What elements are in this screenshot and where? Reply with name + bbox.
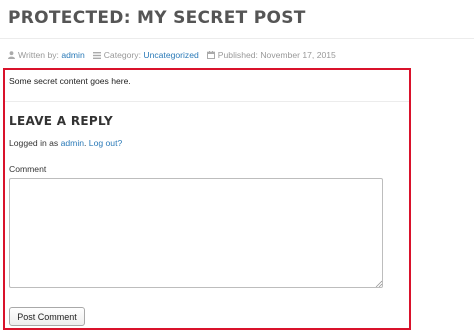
meta-author: Written by: admin: [8, 50, 85, 60]
category-link[interactable]: Uncategorized: [143, 50, 198, 60]
reply-title: LEAVE A REPLY: [9, 114, 114, 128]
published-label: Published:: [217, 50, 258, 60]
logged-in-notice: Logged in as admin. Log out?: [9, 138, 122, 148]
page: PROTECTED: MY SECRET POST Written by: ad…: [0, 0, 474, 336]
title-divider: [0, 38, 474, 39]
resize-grip-icon[interactable]: [375, 280, 382, 287]
meta-category: Category: Uncategorized: [92, 50, 199, 60]
category-label: Category:: [103, 50, 141, 60]
post-title: PROTECTED: MY SECRET POST: [8, 8, 306, 28]
content-divider: [5, 101, 409, 102]
post-comment-button[interactable]: Post Comment: [9, 307, 85, 326]
author-link[interactable]: admin: [61, 50, 84, 60]
written-by-label: Written by:: [18, 50, 59, 60]
calendar-icon: [206, 51, 215, 59]
logout-link[interactable]: Log out?: [89, 138, 122, 148]
logged-in-prefix: Logged in as: [9, 138, 59, 148]
category-list-icon: [92, 51, 101, 59]
user-icon: [8, 51, 15, 59]
post-meta: Written by: admin Category: Uncategorize…: [8, 50, 344, 60]
comment-textarea[interactable]: [9, 178, 383, 288]
meta-published: Published: November 17, 2015: [206, 50, 336, 60]
logged-in-user-link[interactable]: admin: [61, 138, 84, 148]
published-date: November 17, 2015: [260, 50, 336, 60]
logged-in-separator: .: [84, 138, 87, 148]
comment-label: Comment: [9, 164, 47, 174]
post-content: Some secret content goes here.: [9, 76, 131, 86]
